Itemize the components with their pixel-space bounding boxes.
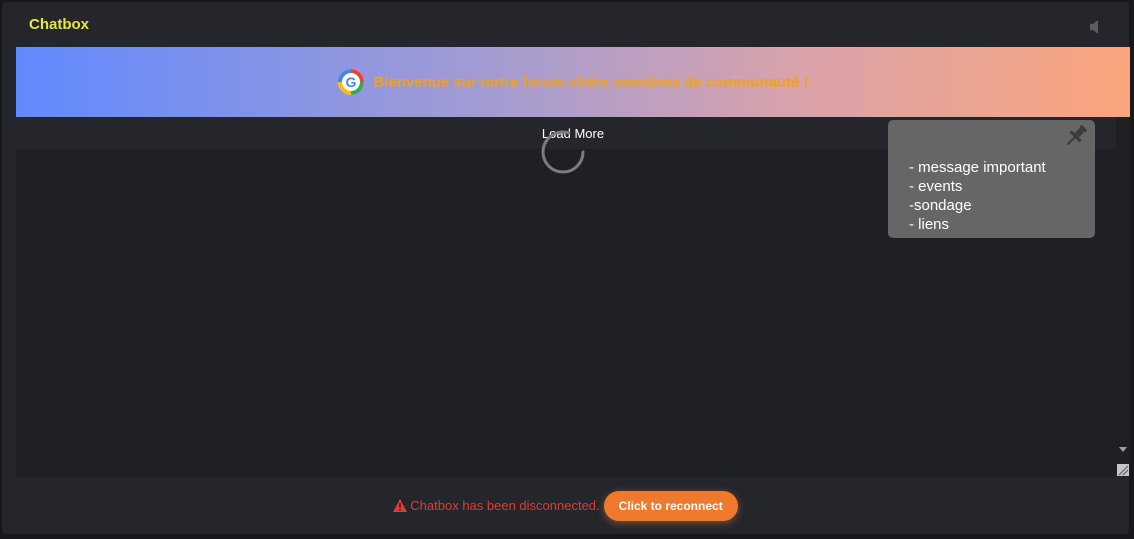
pinned-message: - message important - events -sondage - … [888, 120, 1095, 238]
speaker-icon[interactable] [1090, 20, 1102, 34]
warning-triangle-icon [393, 499, 408, 512]
welcome-banner: G Bienvenue sur notre forum chérs membre… [16, 47, 1130, 117]
pinned-line: - events [909, 178, 963, 195]
pinned-line: - message important [909, 159, 1046, 176]
banner-text: Bienvenue sur notre forum chérs membres … [373, 73, 809, 91]
svg-text:G: G [346, 74, 357, 90]
loading-spinner-icon [541, 130, 585, 174]
messages-area[interactable]: Load More - message important - events -… [16, 117, 1130, 477]
reconnect-button[interactable]: Click to reconnect [603, 490, 738, 521]
scroll-down-icon[interactable] [1119, 445, 1127, 453]
pinned-lines: - message important - events -sondage - … [909, 158, 1046, 234]
disconnected-status: Chatbox has been disconnected. [393, 498, 600, 513]
pushpin-icon[interactable] [1063, 123, 1089, 149]
pinned-line: - liens [909, 216, 950, 233]
chatbox-panel: Chatbox G Bienvenue sur notre forum chér… [2, 2, 1130, 534]
chatbox-title: Chatbox [29, 16, 89, 33]
chatbox: Chatbox G Bienvenue sur notre forum chér… [0, 0, 1134, 539]
pinned-line: -sondage [909, 197, 972, 214]
google-logo-icon: G [338, 69, 365, 95]
disconnected-text: Chatbox has been disconnected. [410, 498, 600, 513]
resize-handle-icon[interactable] [1117, 464, 1129, 476]
messages-scrollbar[interactable] [1116, 117, 1130, 477]
chatbox-footer: Chatbox has been disconnected. Click to … [2, 477, 1129, 534]
